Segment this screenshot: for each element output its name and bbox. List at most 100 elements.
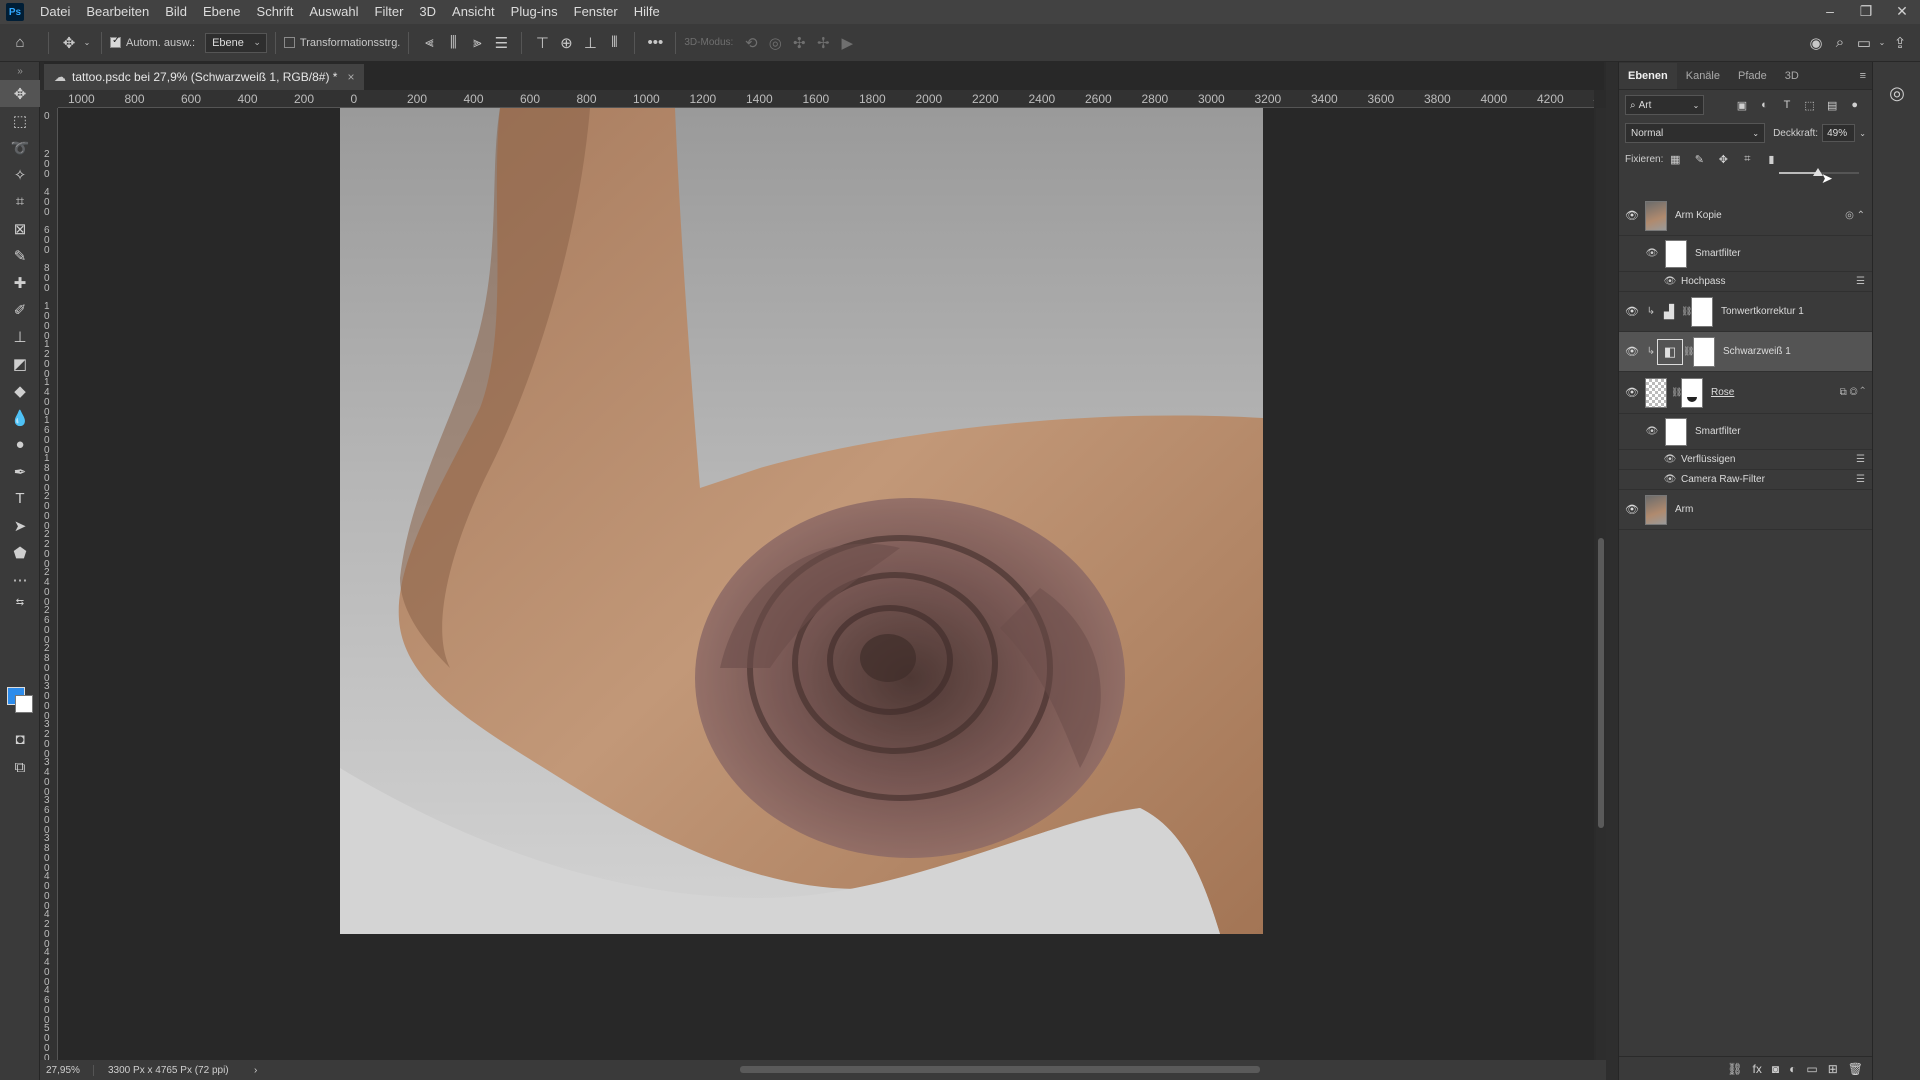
menu-filter[interactable]: Filter [367, 0, 412, 24]
align-right-icon[interactable]: ⫸ [465, 29, 489, 57]
visibility-eye-icon[interactable]: 👁 [1619, 345, 1645, 358]
distribute-vertical-icon[interactable]: ☰ [489, 29, 513, 57]
paint-bucket-tool-icon[interactable]: ◆ [0, 377, 40, 404]
visibility-eye-icon[interactable]: 👁 [1619, 305, 1645, 318]
healing-brush-tool-icon[interactable]: ✚ [0, 269, 40, 296]
mask-link-icon[interactable]: ⛓ [1681, 306, 1692, 317]
close-tab-icon[interactable]: × [347, 70, 354, 84]
eraser-tool-icon[interactable]: ◩ [0, 350, 40, 377]
canvas-area[interactable] [58, 108, 1594, 1060]
path-selection-tool-icon[interactable]: ➤ [0, 512, 40, 539]
collapse-toolbar-icon[interactable]: » [0, 62, 40, 80]
brush-tool-icon[interactable]: ✐ [0, 296, 40, 323]
layer-mask-thumbnail[interactable] [1693, 336, 1715, 367]
scroll-thumb[interactable] [1598, 538, 1604, 828]
panel-collapse-strip[interactable] [1606, 62, 1618, 1080]
menu-ebene[interactable]: Ebene [195, 0, 249, 24]
align-top-icon[interactable]: ⊤ [530, 29, 554, 57]
photoshop-logo[interactable]: Ps [6, 3, 24, 21]
visibility-eye-icon[interactable]: 👁 [1619, 209, 1645, 222]
menu-hilfe[interactable]: Hilfe [626, 0, 668, 24]
filter-adjustment-icon[interactable]: ◐ [1753, 99, 1776, 111]
crop-tool-icon[interactable]: ⌗ [0, 188, 40, 215]
eyedropper-tool-icon[interactable]: ✎ [0, 242, 40, 269]
filter-row-camera-raw[interactable]: 👁 Camera Raw-Filter ☰ [1619, 470, 1873, 490]
align-left-icon[interactable]: ⫷ [417, 29, 441, 57]
distribute-horizontal-icon[interactable]: ⦀ [602, 29, 626, 57]
menu-ansicht[interactable]: Ansicht [444, 0, 503, 24]
panel-menu-icon[interactable]: ≡ [1860, 63, 1866, 89]
marquee-tool-icon[interactable]: ⬚ [0, 107, 40, 134]
more-options-icon[interactable]: ••• [643, 29, 667, 57]
search-icon[interactable]: ⌕ [1828, 29, 1852, 57]
restore-button[interactable]: ❐ [1848, 0, 1884, 24]
menu-bild[interactable]: Bild [157, 0, 195, 24]
layer-schwarzweiss-1[interactable]: 👁 ↳ ◧ ⛓ Schwarzweiß 1 [1619, 332, 1873, 372]
filter-row-verfluessigen[interactable]: 👁 Verflüssigen ☰ [1619, 450, 1873, 470]
swap-colors-icon[interactable]: ⇆ [0, 593, 40, 611]
workspace-chevron-icon[interactable]: ⌄ [1876, 29, 1888, 57]
filter-options-icon[interactable]: ☰ [1833, 276, 1873, 287]
filter-smart-object-icon[interactable]: ▤ [1821, 99, 1844, 112]
menu-schrift[interactable]: Schrift [249, 0, 302, 24]
lock-image-icon[interactable]: ✎ [1687, 153, 1711, 166]
zoom-level[interactable]: 27,95% [40, 1064, 94, 1076]
smart-filter-badge-icon[interactable]: ◎ ⌃ [1833, 210, 1873, 221]
menu-datei[interactable]: Datei [32, 0, 78, 24]
filter-toggle-icon[interactable]: ● [1843, 99, 1866, 111]
tab-pfade[interactable]: Pfade [1729, 63, 1776, 89]
align-bottom-icon[interactable]: ⊥ [578, 29, 602, 57]
visibility-eye-icon[interactable]: 👁 [1663, 454, 1677, 465]
move-tool-icon[interactable]: ✥ [0, 80, 40, 107]
filter-shape-icon[interactable]: ⬚ [1798, 99, 1821, 112]
vertical-ruler[interactable]: 0 200 400 600 800 1000 1200 1400 1600 1800 2000 220… [40, 108, 58, 1060]
type-tool-icon[interactable]: T [0, 485, 40, 512]
auto-select-target-dropdown[interactable]: Ebene ⌄ [205, 32, 267, 53]
layer-filter-dropdown[interactable]: ⌕ Art ⌄ [1625, 95, 1705, 115]
document-tab[interactable]: ☁ tattoo.psdc bei 27,9% (Schwarzweiß 1, … [44, 64, 365, 90]
vertical-scrollbar[interactable] [1596, 108, 1606, 1060]
workspace-icon[interactable]: ▭ [1852, 29, 1876, 57]
visibility-eye-icon[interactable]: 👁 [1619, 386, 1645, 399]
layer-mask-thumbnail[interactable] [1691, 296, 1713, 327]
quick-mask-icon[interactable]: ◘ [0, 726, 40, 753]
shape-tool-icon[interactable]: ⬟ [0, 539, 40, 566]
smartfilter-mask-thumbnail[interactable] [1665, 417, 1687, 446]
menu-plugins[interactable]: Plug-ins [503, 0, 566, 24]
lock-transparency-icon[interactable]: ▦ [1663, 153, 1687, 166]
menu-auswahl[interactable]: Auswahl [301, 0, 366, 24]
tool-preset-chevron-icon[interactable]: ⌄ [81, 29, 93, 57]
tab-3d[interactable]: 3D [1776, 63, 1808, 89]
filter-options-icon[interactable]: ☰ [1833, 474, 1873, 485]
visibility-eye-icon[interactable]: 👁 [1663, 276, 1677, 287]
link-layers-icon[interactable]: ⛓ [1727, 1062, 1742, 1076]
delete-layer-icon[interactable]: 🗑 [1848, 1062, 1863, 1076]
blur-tool-icon[interactable]: 💧 [0, 404, 40, 431]
share-icon[interactable]: ⇪ [1888, 29, 1912, 57]
smartfilter-row[interactable]: 👁 Smartfilter [1619, 236, 1873, 272]
opacity-input[interactable]: 49% [1822, 124, 1856, 142]
horizontal-ruler[interactable]: 1000 800 600 400 200 0 200 400 600 800 1000 1200 140… [58, 90, 1594, 108]
visibility-eye-icon[interactable]: 👁 [1645, 426, 1659, 437]
new-adjustment-layer-icon[interactable]: ◐ [1789, 1062, 1796, 1076]
smartfilter-row[interactable]: 👁 Smartfilter [1619, 414, 1873, 450]
background-color-swatch[interactable] [15, 695, 33, 713]
home-icon[interactable]: ⌂ [0, 29, 40, 57]
smartfilter-mask-thumbnail[interactable] [1665, 239, 1687, 268]
opacity-slider-track[interactable] [1779, 168, 1859, 176]
filter-type-icon[interactable]: T [1776, 99, 1799, 111]
visibility-eye-icon[interactable]: 👁 [1645, 248, 1659, 259]
dodge-tool-icon[interactable]: ● [0, 431, 40, 458]
layer-rose[interactable]: 👁 ⛓ Rose ⧉ ◎ ⌃ [1619, 372, 1873, 414]
align-center-horizontal-icon[interactable]: ⫼ [441, 29, 465, 57]
frame-tool-icon[interactable]: ⊠ [0, 215, 40, 242]
new-group-icon[interactable]: ▭ [1806, 1062, 1817, 1076]
blend-mode-dropdown[interactable]: Normal ⌄ [1625, 123, 1766, 143]
learn-panel-icon[interactable]: ◎ [1873, 76, 1920, 110]
status-menu-arrow[interactable]: › [254, 1065, 257, 1076]
screen-mode-icon[interactable]: ⧉ [0, 754, 40, 781]
horizontal-scroll-thumb[interactable] [740, 1066, 1260, 1073]
filter-options-icon[interactable]: ☰ [1833, 454, 1873, 465]
ruler-origin[interactable] [40, 90, 58, 108]
lock-artboard-icon[interactable]: ⌗ [1735, 153, 1759, 166]
